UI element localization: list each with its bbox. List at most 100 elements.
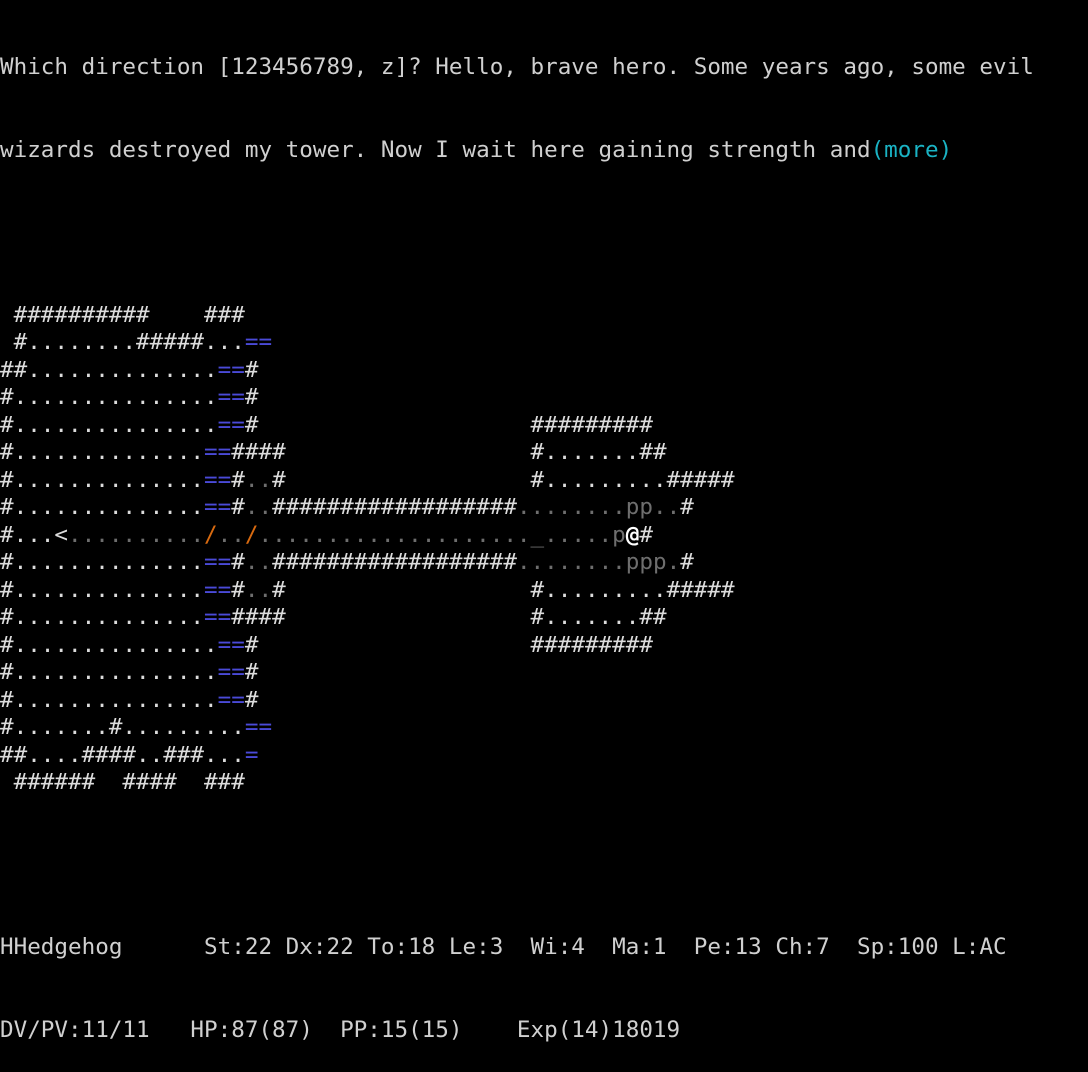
map-wall-floor: #............... (0, 631, 218, 658)
map-water: == (244, 329, 273, 355)
map-wall-floor: #### (231, 604, 286, 630)
map-row: #...............==# (0, 687, 1034, 715)
map-wall-floor: ######### (258, 631, 653, 658)
map-water: == (204, 494, 232, 520)
map-open-door: / (244, 521, 259, 548)
map-wall-floor: #.............. (0, 604, 205, 630)
map-wall-floor: # (244, 631, 259, 658)
map-row: #..............==#### #.......## (0, 604, 1034, 632)
terminal: Which direction [123456789, z]? Hello, b… (0, 0, 1034, 1072)
map-wall-floor: #.........##### (285, 576, 735, 603)
map-wall-floor: # (244, 411, 259, 438)
map-row: #........#####...== (0, 329, 1034, 357)
map-row: #..............==#..# #.........##### (0, 577, 1034, 605)
map-water: == (244, 714, 273, 740)
map-water: == (217, 384, 245, 410)
map-wall-floor: # (244, 384, 259, 410)
map-row: ###### #### ### (0, 769, 1034, 797)
character-vitals: DV/PV:11/11 HP:87(87) PP:15(15) Exp(14)1… (0, 1016, 681, 1043)
map-wall-floor: # (244, 659, 259, 685)
map-wall-floor: # (231, 494, 245, 520)
map-row: #...<........../../...................._… (0, 522, 1034, 550)
map-dark-floor: .......... (68, 521, 205, 548)
map-row: #..............==#..# #.........##### (0, 467, 1034, 495)
map-wall-floor: #.......#......... (0, 714, 245, 740)
map-open-door: / (204, 521, 218, 548)
map-row: #.......#.........== (0, 714, 1034, 742)
map-water: = (244, 741, 259, 768)
status-line-1: HHedgehog St:22 Dx:22 To:18 Le:3 Wi:4 Ma… (0, 934, 1034, 962)
map-water: == (204, 604, 232, 630)
message-text-1: Which direction [123456789, z]? Hello, b… (0, 54, 1034, 80)
map-dark-floor: ........ppp. (516, 549, 681, 575)
map-wall-floor: #.......## (285, 604, 667, 630)
map-wall-floor: # (244, 686, 259, 713)
map-wall-floor: # (272, 576, 286, 603)
message-line-1: Which direction [123456789, z]? Hello, b… (0, 54, 1034, 82)
more-prompt[interactable]: (more) (871, 137, 953, 163)
map-wall-floor: ########## ### (0, 301, 245, 328)
map-wall-floor: # (231, 466, 245, 493)
map-wall-floor: # (244, 356, 259, 383)
map-wall-floor: #.............. (0, 494, 205, 520)
map-wall-floor: ################## (272, 549, 517, 575)
map-wall-floor: #........#####... (0, 329, 245, 355)
message-line-2: wizards destroyed my tower. Now I wait h… (0, 137, 1034, 165)
map-wall-floor: #.............. (0, 466, 205, 493)
map-dark-floor: ........pp.. (516, 494, 681, 520)
map-wall-floor: #............... (0, 686, 218, 713)
map-wall-floor: ################## (272, 494, 517, 520)
map-row: ##..............==# (0, 357, 1034, 385)
map-dark-floor: .. (244, 576, 273, 603)
map-wall-floor: #.......## (285, 439, 667, 465)
map-wall-floor: #............... (0, 659, 218, 685)
map-wall-floor: ###### #### ### (0, 769, 245, 795)
map-row: #...............==# (0, 384, 1034, 412)
map-dark-floor: .. (244, 466, 273, 493)
map-dark-floor: .. (244, 549, 273, 575)
map-wall-floor: ##.............. (0, 356, 218, 383)
map-water: == (204, 576, 232, 603)
map-water: == (217, 659, 245, 685)
map-row: #...............==# (0, 659, 1034, 687)
map-row: #..............==#### #.......## (0, 439, 1034, 467)
map-water: == (217, 411, 245, 438)
map-dark-floor: .. (244, 494, 273, 520)
map-wall-floor: ######### (258, 411, 653, 438)
map-dark-floor: ...................._.....p (258, 521, 626, 548)
map-water: == (217, 631, 245, 658)
map-wall-floor: # (272, 466, 286, 493)
map-water: == (204, 466, 232, 493)
map-row: #...............==# ######### (0, 412, 1034, 440)
dungeon-map: ########## ### #........#####...== ##....… (0, 302, 1034, 797)
map-water: == (204, 549, 232, 575)
map-wall-floor: #.............. (0, 439, 205, 465)
map-wall-floor: ##....####..###... (0, 741, 245, 768)
map-wall-floor: # (231, 549, 245, 575)
map-row: #...............==# ######### (0, 632, 1034, 660)
map-water: == (217, 686, 245, 713)
map-row: ########## ### (0, 302, 1034, 330)
map-wall-floor: #............... (0, 411, 218, 438)
map-wall-floor: #.............. (0, 549, 205, 575)
map-wall-floor: #### (231, 439, 286, 465)
status-line-2: DV/PV:11/11 HP:87(87) PP:15(15) Exp(14)1… (0, 1017, 1034, 1045)
map-wall-floor: #.............. (0, 576, 205, 603)
map-wall-floor: #.........##### (285, 466, 735, 493)
map-dark-floor: .. (217, 521, 245, 548)
map-water: == (204, 439, 232, 465)
map-water: == (217, 356, 245, 383)
map-wall-floor: # (680, 494, 694, 520)
map-wall-floor: # (639, 521, 653, 548)
map-wall-floor: #............... (0, 384, 218, 410)
message-text-2: wizards destroyed my tower. Now I wait h… (0, 136, 871, 163)
player-character: @ (625, 521, 640, 548)
map-wall-floor: # (680, 549, 694, 575)
character-stats: HHedgehog St:22 Dx:22 To:18 Le:3 Wi:4 Ma… (0, 934, 1007, 960)
map-wall-floor: # (231, 576, 245, 603)
map-row: #..............==#..##################..… (0, 549, 1034, 577)
map-row: #..............==#..##################..… (0, 494, 1034, 522)
map-row: ##....####..###...= (0, 742, 1034, 770)
